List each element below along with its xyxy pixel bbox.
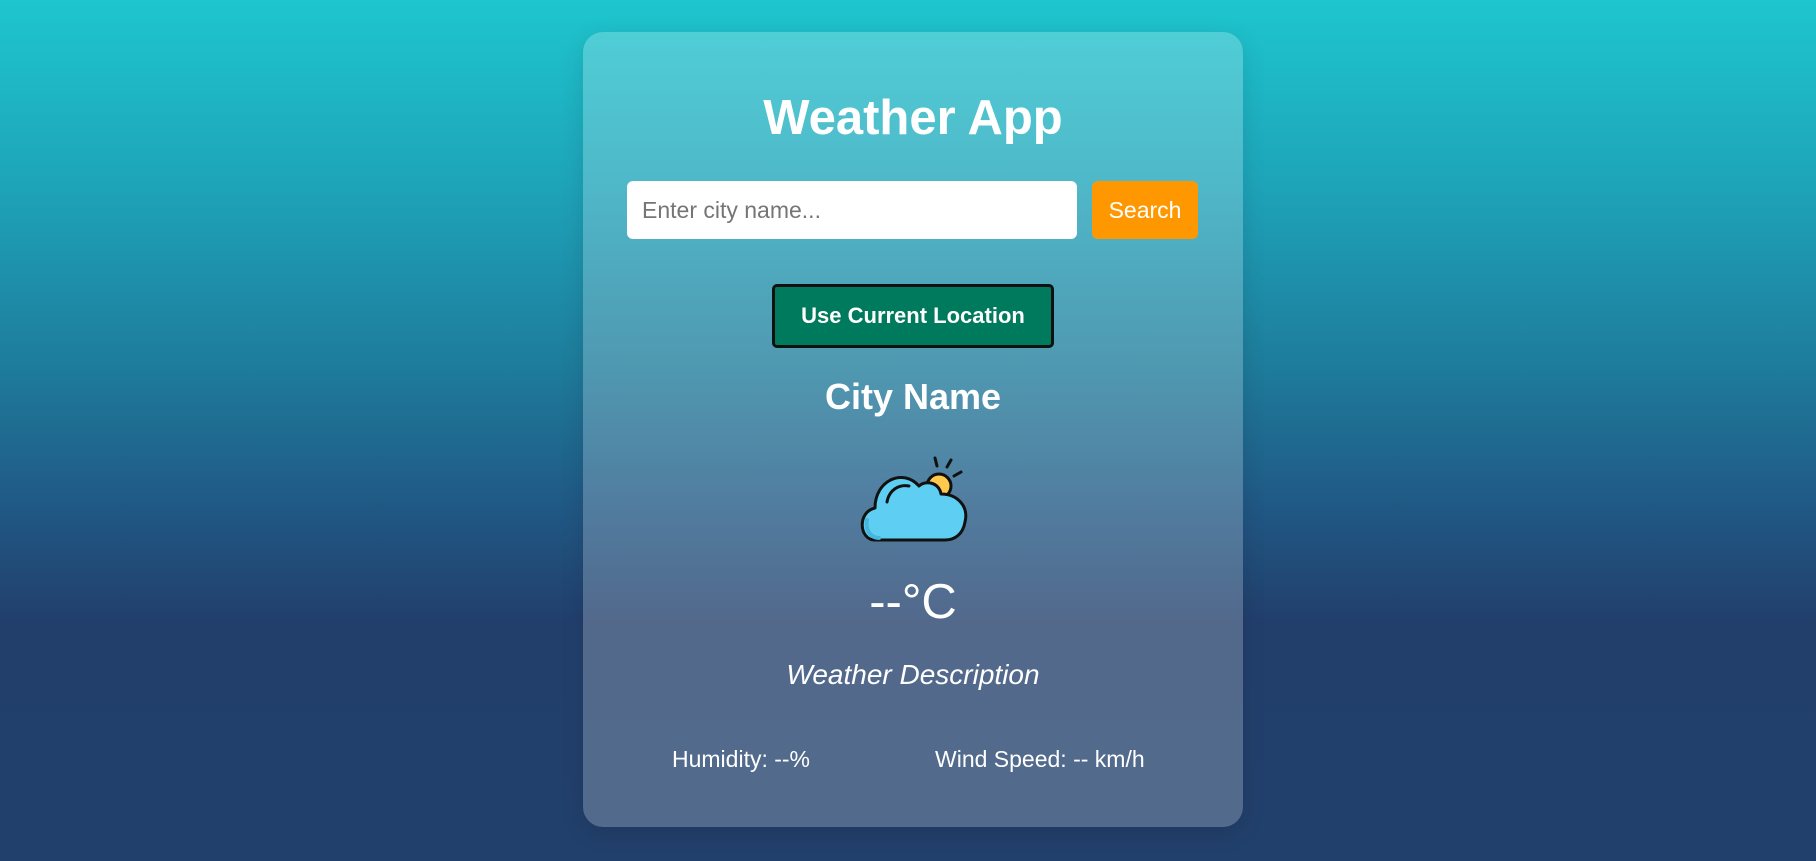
use-current-location-button[interactable]: Use Current Location bbox=[772, 284, 1054, 348]
wind-speed-readout: Wind Speed: -- km/h bbox=[935, 746, 1145, 772]
humidity-readout: Humidity: --% bbox=[672, 746, 811, 772]
weather-card: Weather App Search Use Current Location … bbox=[583, 32, 1243, 827]
partly-cloudy-icon bbox=[860, 456, 968, 542]
city-search-input[interactable] bbox=[627, 181, 1077, 239]
city-name: City Name bbox=[824, 376, 1002, 417]
search-button[interactable]: Search bbox=[1092, 181, 1198, 239]
temperature-value: --°C bbox=[869, 575, 957, 629]
app-title: Weather App bbox=[763, 91, 1063, 145]
weather-description: Weather Description bbox=[786, 659, 1040, 690]
